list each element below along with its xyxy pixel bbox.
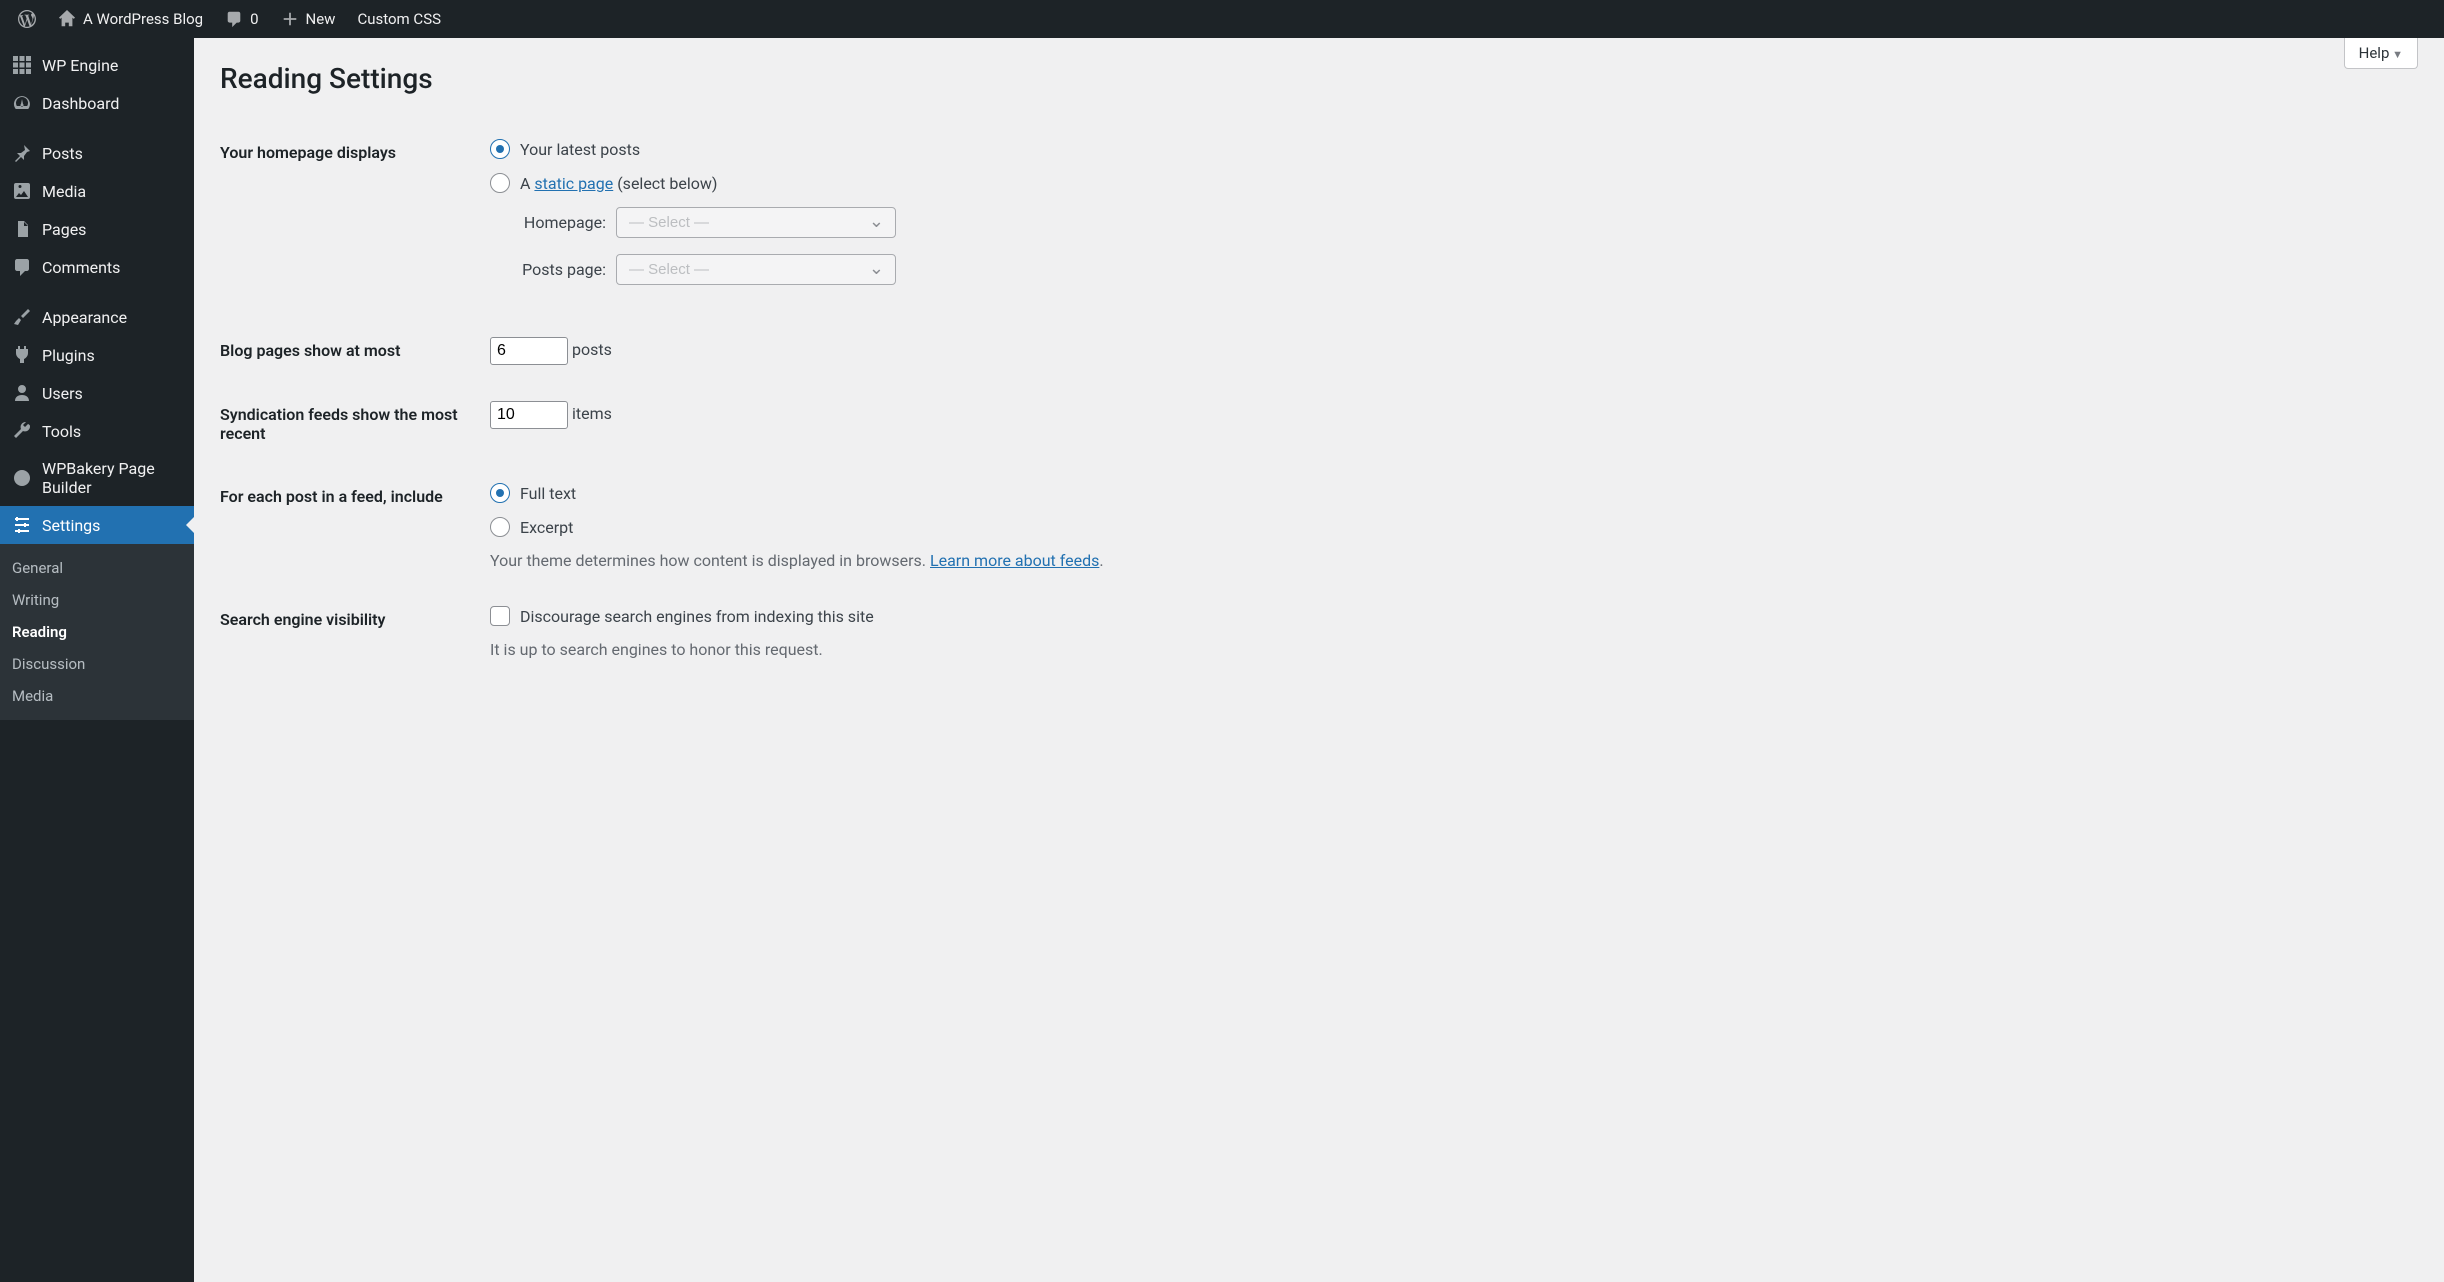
radio-excerpt[interactable] [490, 517, 510, 537]
radio-latest-posts-label: Your latest posts [520, 140, 640, 159]
wrench-icon [12, 421, 32, 441]
sidebar-item-settings[interactable]: Settings [0, 506, 194, 544]
admin-sidebar: WP Engine Dashboard Posts Media Pages Co… [0, 38, 194, 1282]
sidebar-item-users[interactable]: Users [0, 374, 194, 412]
label-feed-include: For each post in a feed, include [220, 465, 480, 588]
homepage-select[interactable]: — Select — [616, 207, 896, 238]
dashboard-icon [12, 93, 32, 113]
homepage-select-label: Homepage: [516, 213, 606, 232]
wpengine-icon [12, 55, 32, 75]
comments-count: 0 [250, 10, 258, 28]
settings-form: Your homepage displays Your latest posts… [220, 121, 2418, 677]
content-area: Help Reading Settings Your homepage disp… [194, 38, 2444, 691]
static-page-link[interactable]: static page [534, 174, 613, 193]
sidebar-item-appearance[interactable]: Appearance [0, 298, 194, 336]
submenu-writing[interactable]: Writing [0, 584, 194, 616]
sidebar-item-posts[interactable]: Posts [0, 134, 194, 172]
wpbakery-icon [12, 468, 32, 488]
sidebar-item-plugins[interactable]: Plugins [0, 336, 194, 374]
radio-static-page-label: A static page (select below) [520, 174, 717, 193]
sidebar-item-pages[interactable]: Pages [0, 210, 194, 248]
sidebar-item-comments[interactable]: Comments [0, 248, 194, 286]
label-search-visibility: Search engine visibility [220, 588, 480, 677]
radio-static-page[interactable] [490, 173, 510, 193]
sidebar-item-media[interactable]: Media [0, 172, 194, 210]
admin-toolbar: A WordPress Blog 0 New Custom CSS [0, 0, 2444, 38]
new-label: New [306, 10, 336, 28]
plug-icon [12, 345, 32, 365]
submenu-discussion[interactable]: Discussion [0, 648, 194, 680]
label-homepage-displays: Your homepage displays [220, 121, 480, 319]
site-name-label: A WordPress Blog [83, 10, 203, 28]
posts-per-page-unit: posts [572, 340, 612, 359]
brush-icon [12, 307, 32, 327]
checkbox-discourage-search[interactable] [490, 606, 510, 626]
comment-icon [12, 257, 32, 277]
submenu-general[interactable]: General [0, 552, 194, 584]
search-visibility-description: It is up to search engines to honor this… [490, 640, 2408, 659]
radio-full-text-label: Full text [520, 484, 576, 503]
page-title: Reading Settings [220, 62, 2418, 95]
sidebar-item-tools[interactable]: Tools [0, 412, 194, 450]
home-icon [58, 10, 76, 28]
wp-logo[interactable] [8, 0, 46, 38]
site-name-link[interactable]: A WordPress Blog [48, 0, 213, 38]
checkbox-discourage-search-label: Discourage search engines from indexing … [520, 607, 874, 626]
label-blog-pages: Blog pages show at most [220, 319, 480, 383]
custom-css-link[interactable]: Custom CSS [347, 0, 451, 38]
pin-icon [12, 143, 32, 163]
learn-more-feeds-link[interactable]: Learn more about feeds [930, 551, 1099, 570]
submenu-media[interactable]: Media [0, 680, 194, 712]
wordpress-icon [18, 10, 36, 28]
page-icon [12, 219, 32, 239]
submenu-reading[interactable]: Reading [0, 616, 194, 648]
radio-full-text[interactable] [490, 483, 510, 503]
sidebar-item-wpengine[interactable]: WP Engine [0, 46, 194, 84]
posts-per-rss-unit: items [572, 404, 612, 423]
radio-latest-posts[interactable] [490, 139, 510, 159]
media-icon [12, 181, 32, 201]
feed-description: Your theme determines how content is dis… [490, 551, 2408, 570]
plus-icon [281, 10, 299, 28]
sliders-icon [12, 515, 32, 535]
comment-icon [225, 10, 243, 28]
help-tab[interactable]: Help [2344, 38, 2418, 69]
label-syndication: Syndication feeds show the most recent [220, 383, 480, 465]
posts-page-select[interactable]: — Select — [616, 254, 896, 285]
radio-excerpt-label: Excerpt [520, 518, 573, 537]
comments-link[interactable]: 0 [215, 0, 268, 38]
new-content-link[interactable]: New [271, 0, 346, 38]
sidebar-item-dashboard[interactable]: Dashboard [0, 84, 194, 122]
posts-per-page-input[interactable] [490, 337, 568, 365]
user-icon [12, 383, 32, 403]
sidebar-item-wpbakery[interactable]: WPBakery Page Builder [0, 450, 194, 506]
posts-page-select-label: Posts page: [516, 260, 606, 279]
posts-per-rss-input[interactable] [490, 401, 568, 429]
settings-submenu: General Writing Reading Discussion Media [0, 544, 194, 720]
